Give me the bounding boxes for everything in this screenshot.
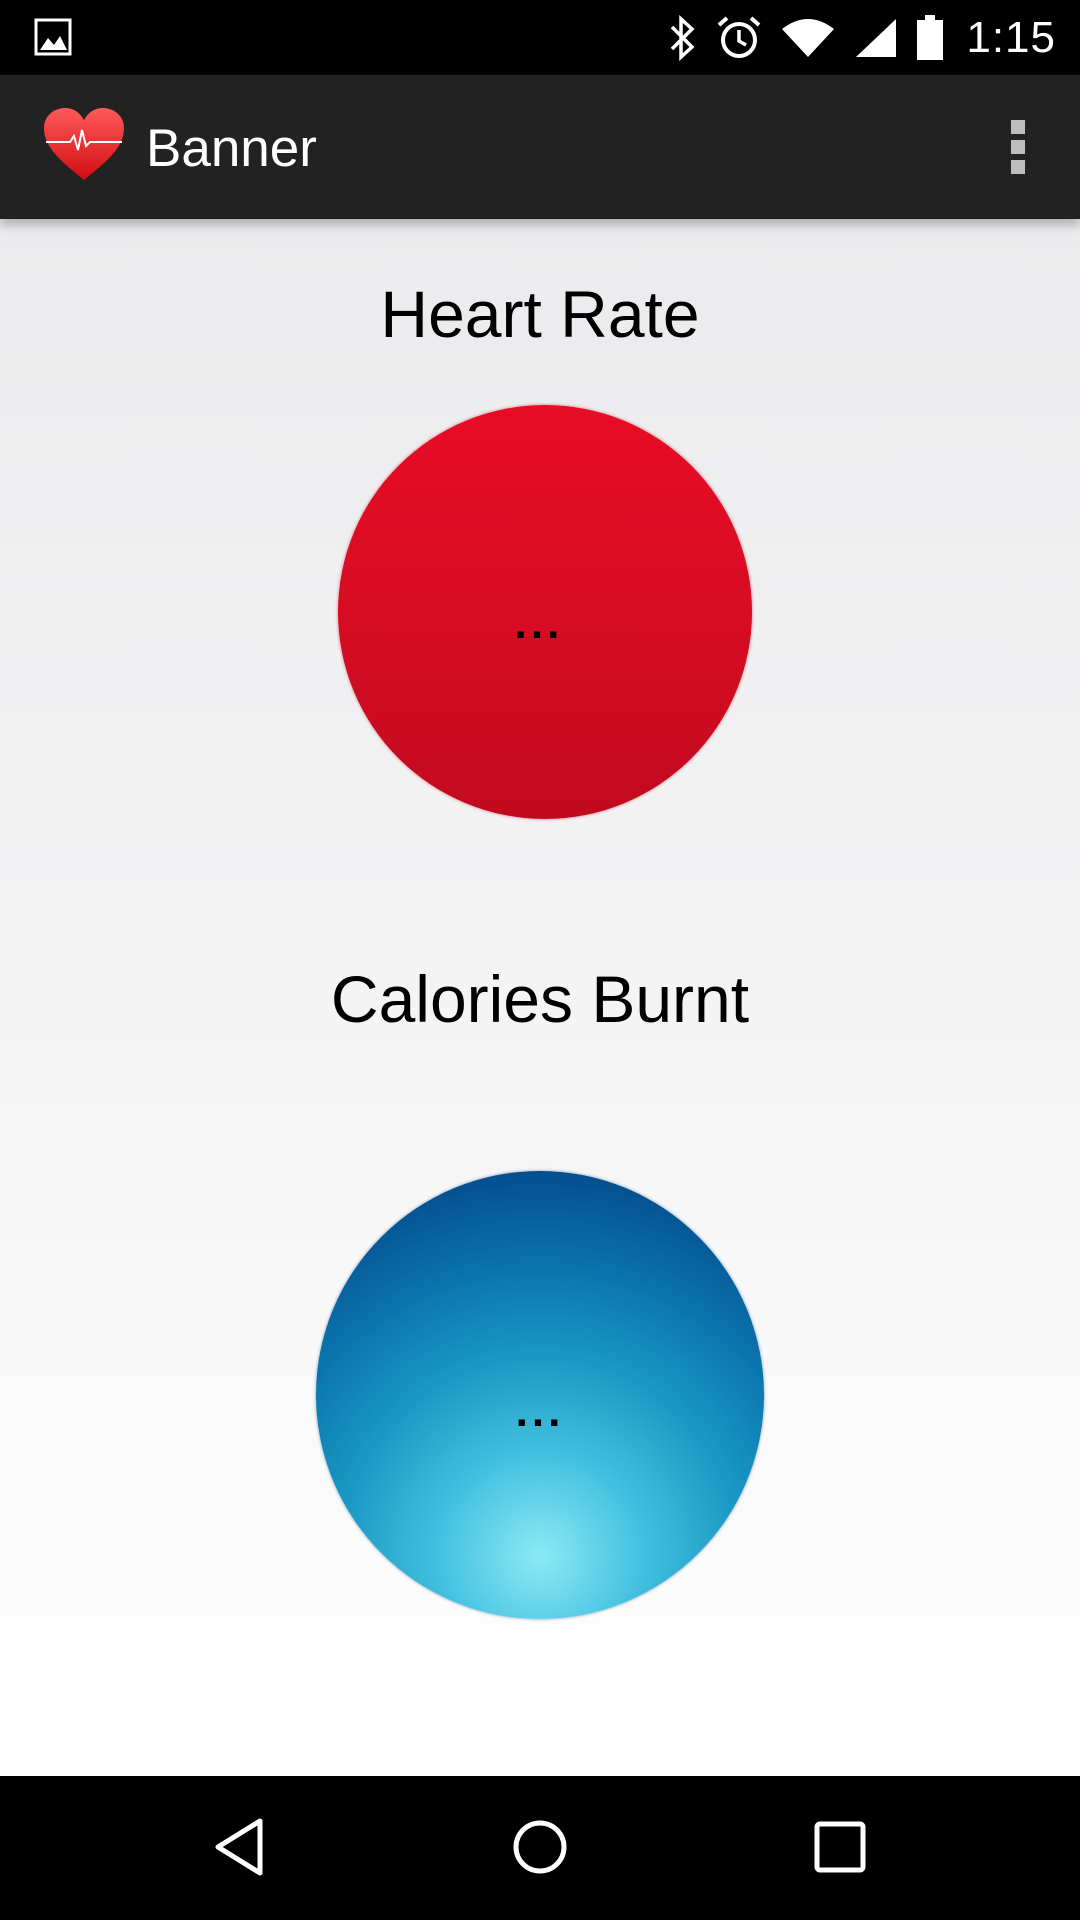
calories-circle[interactable]: ... [316,1171,764,1619]
calories-title: Calories Burnt [330,962,750,1036]
overflow-menu-button[interactable] [986,111,1050,183]
heart-rate-value: ... [514,599,564,648]
calories-value: ... [515,1387,565,1436]
action-bar: Banner [0,75,1080,219]
heart-pulse-icon [44,108,124,180]
bluetooth-icon [671,14,695,61]
overflow-dot [1011,140,1025,154]
gallery-icon [34,18,72,56]
status-icons: 1:15 [666,0,1056,75]
back-icon [215,1818,263,1876]
alarm-icon [718,15,761,58]
home-icon [513,1820,567,1874]
status-time: 1:15 [966,12,1056,62]
signal-icon [856,18,897,57]
wifi-icon [782,18,835,57]
overflow-dot [1011,120,1025,134]
recents-icon [814,1821,866,1873]
battery-icon [917,14,944,60]
status-bar: 1:15 [0,0,1080,75]
heart-rate-title: Heart Rate [380,277,700,351]
navigation-bar [0,1776,1080,1920]
home-button[interactable] [490,1802,590,1892]
recents-button[interactable] [790,1802,890,1892]
heart-rate-circle[interactable]: ... [338,405,752,819]
screen: 1:15 Banner Heart Rate ... Calories Burn… [0,0,1080,1920]
overflow-dot [1011,160,1025,174]
back-button[interactable] [190,1802,290,1892]
app-title: Banner [146,119,317,178]
main-content: Heart Rate ... Calories Burnt ... [0,219,1080,1776]
